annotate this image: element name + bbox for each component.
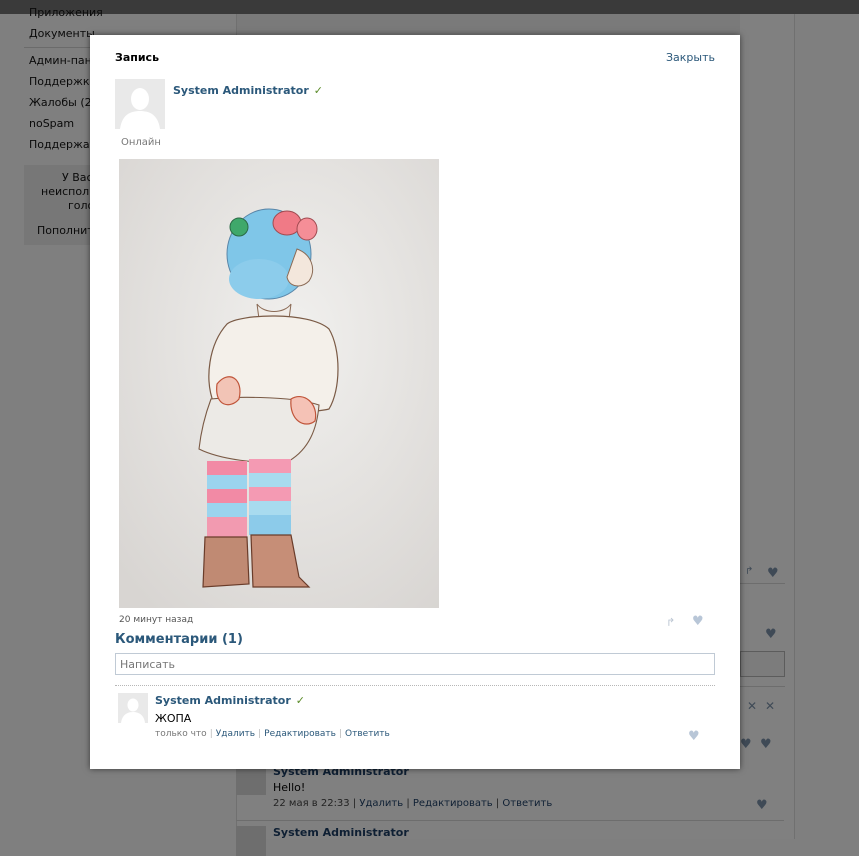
checkmark-icon: ✓	[295, 694, 305, 707]
background-divider	[740, 686, 785, 687]
promo-line: неисполь	[41, 185, 96, 198]
comment-input[interactable]	[115, 653, 715, 675]
post-author-name: System Administrator	[173, 84, 309, 97]
avatar[interactable]	[115, 79, 165, 129]
comment-text: ЖОПА	[155, 712, 192, 725]
drawing-image	[119, 159, 439, 608]
pin-icon[interactable]: ✕	[747, 699, 757, 713]
comment-avatar[interactable]	[118, 693, 148, 723]
sidebar-item-nospam[interactable]: noSpam	[29, 117, 74, 130]
heart-icon[interactable]: ♥	[767, 566, 779, 581]
comments-divider	[115, 685, 715, 686]
default-avatar-icon	[115, 79, 165, 129]
post-photo[interactable]	[119, 159, 439, 608]
background-comment-input[interactable]	[740, 651, 785, 677]
heart-icon[interactable]: ♥	[692, 614, 704, 629]
background-comment-avatar[interactable]	[236, 765, 266, 795]
promo-line: У Вас	[62, 171, 93, 184]
comment-time: только что	[155, 729, 207, 739]
delete-link[interactable]: Удалить	[216, 729, 255, 739]
background-reply-link[interactable]: Ответить	[502, 798, 552, 809]
reply-link[interactable]: Ответить	[345, 729, 390, 739]
background-comment-text: Hello!	[273, 781, 306, 794]
heart-icon[interactable]: ♥	[756, 798, 768, 813]
checkmark-icon: ✓	[313, 84, 323, 97]
post-timestamp[interactable]: 20 минут назад	[119, 615, 193, 625]
heart-icon[interactable]: ♥	[765, 627, 777, 642]
edit-link[interactable]: Редактировать	[264, 729, 336, 739]
post-author-link[interactable]: System Administrator ✓	[173, 84, 323, 97]
share-icon[interactable]: ↱	[666, 616, 675, 629]
comment-author-name: System Administrator	[155, 694, 291, 707]
background-comment-avatar[interactable]	[236, 826, 266, 856]
background-divider	[740, 583, 785, 584]
background-post-image-strip	[237, 14, 740, 34]
heart-icon[interactable]: ♥	[740, 737, 752, 752]
sidebar-item-support[interactable]: Поддержка	[29, 75, 96, 88]
share-icon[interactable]: ↱	[745, 566, 753, 577]
background-comment-author[interactable]: System Administrator	[273, 826, 409, 839]
post-modal: Запись Закрыть System Administrator ✓ Онл…	[90, 35, 740, 769]
comments-heading[interactable]: Комментарии (1)	[115, 632, 243, 647]
background-edit-link[interactable]: Редактировать	[413, 798, 493, 809]
top-header-bar	[0, 0, 859, 14]
background-divider	[236, 820, 784, 821]
modal-title: Запись	[115, 51, 160, 64]
close-icon[interactable]: ✕	[765, 699, 775, 713]
sidebar-item-apps[interactable]: Приложения	[29, 6, 103, 19]
background-delete-link[interactable]: Удалить	[359, 798, 403, 809]
background-comment-date: 22 мая в 22:33	[273, 798, 350, 809]
sidebar-item-complaints[interactable]: Жалобы (2)	[29, 96, 96, 109]
online-status: Онлайн	[121, 137, 161, 148]
background-comment-meta: 22 мая в 22:33 | Удалить | Редактировать…	[273, 798, 553, 809]
comment-author-link[interactable]: System Administrator ✓	[155, 694, 305, 707]
close-button[interactable]: Закрыть	[666, 51, 715, 64]
sidebar-item-documents[interactable]: Документы	[29, 27, 95, 40]
sidebar-divider	[24, 47, 96, 48]
heart-icon[interactable]: ♥	[760, 737, 772, 752]
comment-meta: только что | Удалить | Редактировать | Ответит…	[155, 729, 390, 739]
default-avatar-icon	[118, 693, 148, 723]
background-balance-promo: У Вас неисполь голо Пополнить	[24, 165, 100, 245]
heart-icon[interactable]: ♥	[688, 729, 700, 744]
